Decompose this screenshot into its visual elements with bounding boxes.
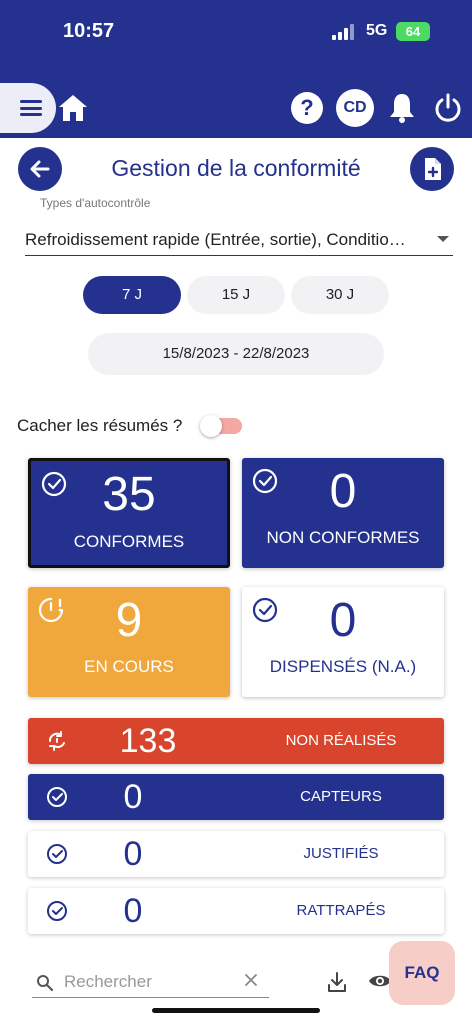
justifies-count: 0: [123, 835, 143, 873]
download-icon[interactable]: [326, 970, 348, 994]
range-chip-7j[interactable]: 7 J: [83, 276, 181, 314]
date-range-picker[interactable]: 15/8/2023 - 22/8/2023: [88, 333, 384, 375]
en-cours-count: 9: [115, 594, 143, 647]
capteurs-count: 0: [123, 778, 143, 816]
row-non-realises[interactable]: 133 NON RÉALISÉS: [28, 718, 444, 764]
row-justifies[interactable]: 0 JUSTIFIÉS: [28, 831, 444, 877]
rattrapes-count: 0: [123, 892, 143, 930]
select-value: Refroidissement rapide (Entrée, sortie),…: [25, 230, 406, 249]
hide-summaries-label: Cacher les résumés ?: [17, 416, 183, 435]
card-en-cours[interactable]: 9 EN COURS: [28, 587, 230, 697]
range-chip-30j[interactable]: 30 J: [291, 276, 389, 314]
page-title: Gestion de la conformité: [111, 155, 361, 181]
rattrapes-label: RATTRAPÉS: [296, 902, 386, 919]
power-icon[interactable]: [433, 92, 463, 124]
network-type: 5G: [366, 22, 388, 39]
sync-alert-icon: [49, 731, 65, 751]
non-conformes-label: NON CONFORMES: [266, 528, 420, 547]
menu-button[interactable]: [0, 83, 56, 133]
home-icon[interactable]: [58, 94, 88, 122]
en-cours-label: EN COURS: [84, 657, 174, 676]
row-rattrapes[interactable]: 0 RATTRAPÉS: [28, 888, 444, 934]
select-label: Types d'autocontrôle: [40, 196, 151, 210]
help-icon[interactable]: ?: [291, 92, 323, 124]
close-icon[interactable]: [243, 972, 259, 988]
capteurs-label: CAPTEURS: [300, 788, 382, 805]
app-header: 10:57 5G 64 ? CD: [0, 0, 472, 138]
justifies-label: JUSTIFIÉS: [303, 845, 379, 862]
hamburger-icon: [20, 100, 42, 116]
card-non-conformes[interactable]: 0 NON CONFORMES: [242, 458, 444, 568]
card-conformes[interactable]: 35 CONFORMES: [28, 458, 230, 568]
conformes-count: 35: [102, 468, 156, 521]
dispenses-label: DISPENSÉS (N.A.): [269, 657, 417, 676]
status-time: 10:57: [63, 20, 115, 42]
home-indicator: [152, 1008, 320, 1013]
range-chip-15j[interactable]: 15 J: [187, 276, 285, 314]
dispenses-count: 0: [329, 594, 357, 647]
hide-summaries-toggle[interactable]: [200, 415, 242, 437]
non-conformes-count: 0: [329, 465, 357, 518]
battery-icon: 64: [396, 22, 430, 41]
search-bar: [32, 966, 269, 998]
non-realises-count: 133: [119, 722, 177, 760]
card-dispenses[interactable]: 0 DISPENSÉS (N.A.): [242, 587, 444, 697]
caret-down-icon: [437, 236, 449, 242]
signal-icon: [332, 24, 356, 40]
row-capteurs[interactable]: 0 CAPTEURS: [28, 774, 444, 820]
conformes-label: CONFORMES: [73, 532, 185, 551]
bell-icon[interactable]: [388, 92, 416, 124]
search-icon: [37, 975, 54, 992]
avatar[interactable]: CD: [336, 89, 374, 127]
search-input[interactable]: [64, 970, 234, 994]
autocontrol-type-select[interactable]: Refroidissement rapide (Entrée, sortie),…: [25, 222, 453, 256]
faq-button[interactable]: FAQ: [389, 941, 455, 1005]
add-document-button[interactable]: [410, 147, 454, 191]
file-add-icon: [425, 158, 441, 180]
non-realises-label: NON RÉALISÉS: [285, 732, 397, 749]
